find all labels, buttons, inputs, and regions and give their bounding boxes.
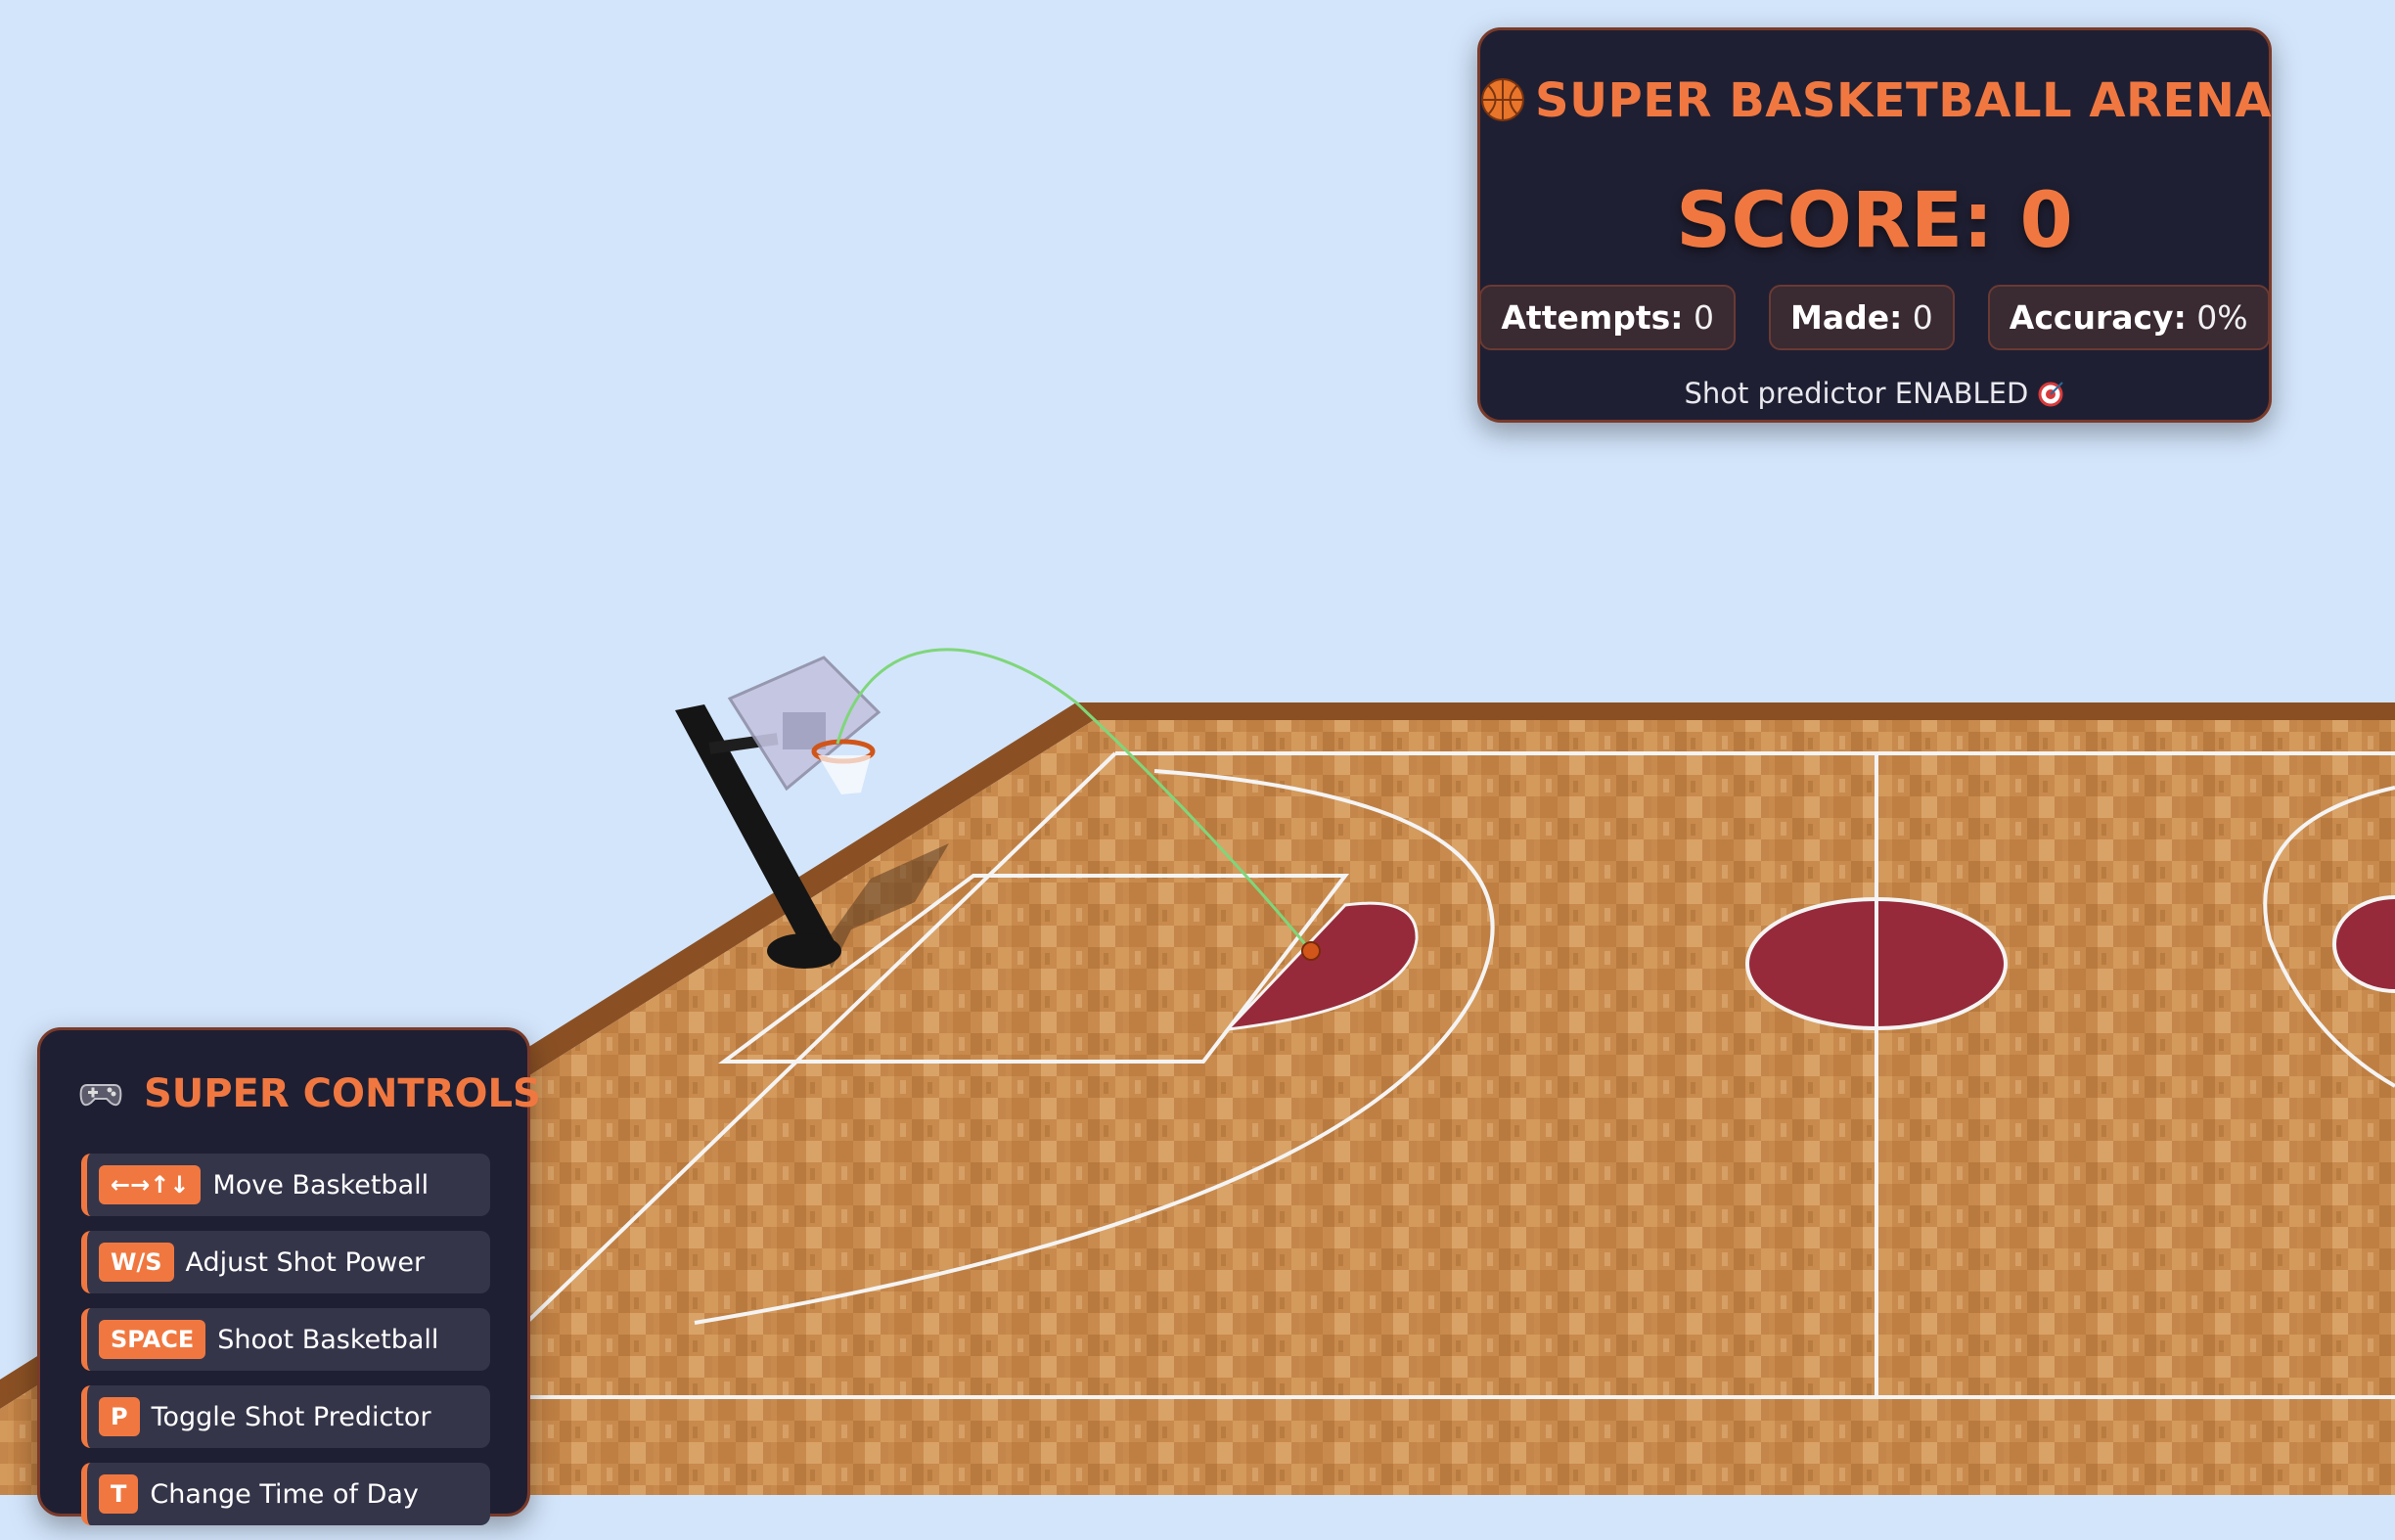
accuracy-label: Accuracy: [2009, 298, 2187, 337]
control-label: Shoot Basketball [217, 1324, 439, 1355]
control-label: Toggle Shot Predictor [151, 1401, 431, 1432]
control-power: W/S Adjust Shot Power [81, 1231, 490, 1293]
stats-row: Attempts: 0 Made: 0 Accuracy: 0% [1479, 285, 2270, 350]
score-panel: SUPER BASKETBALL ARENA SCORE: 0 Attempts… [1477, 27, 2272, 423]
made-label: Made: [1789, 298, 1903, 337]
key-space: SPACE [99, 1320, 206, 1359]
control-label: Adjust Shot Power [185, 1246, 426, 1278]
key-arrows: ←→↑↓ [99, 1165, 202, 1204]
accuracy-stat: Accuracy: 0% [1987, 285, 2270, 350]
attempts-label: Attempts: [1501, 298, 1684, 337]
controls-title: SUPER CONTROLS [79, 1071, 541, 1116]
game-title: SUPER BASKETBALL ARENA [1480, 73, 2273, 128]
game-title-text: SUPER BASKETBALL ARENA [1535, 73, 2273, 128]
key-p: P [99, 1397, 140, 1436]
control-move: ←→↑↓ Move Basketball [81, 1154, 490, 1216]
target-icon [2038, 377, 2065, 410]
hoop-net [818, 755, 871, 794]
control-label: Move Basketball [212, 1169, 429, 1200]
score-display: SCORE: 0 [1676, 177, 2073, 265]
controls-title-text: SUPER CONTROLS [143, 1071, 541, 1116]
predictor-status-text: Shot predictor ENABLED [1684, 377, 2029, 410]
control-label: Change Time of Day [150, 1478, 419, 1510]
control-time: T Change Time of Day [81, 1463, 490, 1525]
controls-list: ←→↑↓ Move Basketball W/S Adjust Shot Pow… [81, 1154, 490, 1540]
attempts-value: 0 [1693, 298, 1714, 337]
control-shoot: SPACE Shoot Basketball [81, 1308, 490, 1371]
key-ws: W/S [99, 1243, 174, 1282]
basketball-icon [1480, 73, 1525, 128]
basketball[interactable] [1301, 941, 1321, 961]
predictor-status: Shot predictor ENABLED [1480, 377, 2269, 410]
attempts-stat: Attempts: 0 [1479, 285, 1736, 350]
key-t: T [99, 1474, 139, 1514]
made-stat: Made: 0 [1768, 285, 1955, 350]
accuracy-value: 0% [2196, 298, 2248, 337]
controls-panel: SUPER CONTROLS ←→↑↓ Move Basketball W/S … [37, 1027, 541, 1525]
control-predictor: P Toggle Shot Predictor [81, 1385, 490, 1448]
made-value: 0 [1912, 298, 1933, 337]
gamepad-icon [79, 1071, 136, 1116]
